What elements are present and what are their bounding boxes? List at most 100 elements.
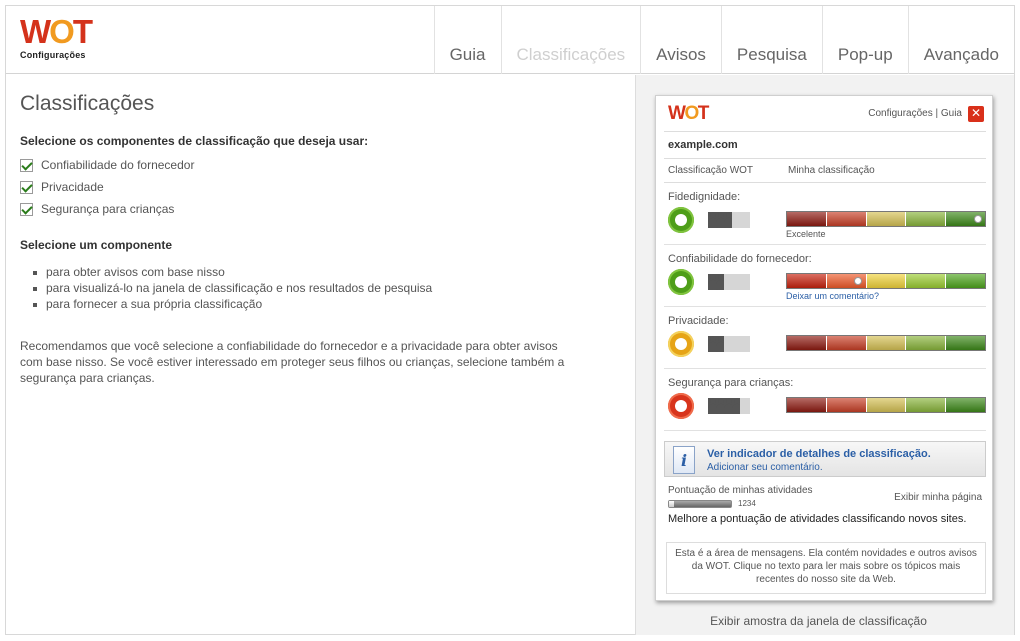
logo-letter-w: W (20, 13, 51, 50)
checkbox[interactable] (20, 180, 33, 194)
my-rating-slider[interactable] (786, 211, 986, 227)
component-title: Fidedignidade: (668, 191, 741, 203)
list-item: para visualizá-lo na janela de classific… (20, 280, 620, 296)
my-page-link[interactable]: Exibir minha página (894, 492, 982, 503)
person-icon (740, 398, 750, 414)
person-icon (740, 336, 750, 352)
activity-section: Pontuação de minhas atividades Exibir mi… (668, 485, 986, 525)
tab-pesquisa[interactable]: Pesquisa (720, 6, 822, 74)
tab-guia[interactable]: Guia (433, 6, 501, 74)
activity-improve-text: Melhore a pontuação de atividades classi… (668, 513, 967, 525)
activity-score-bar (668, 499, 732, 508)
tab-avisos[interactable]: Avisos (640, 6, 721, 74)
rating-components: Fidedignidade: Excelente Confiabilidade do… (664, 183, 986, 431)
rating-segment[interactable] (826, 336, 867, 350)
checkbox-label: Confiabilidade do fornecedor (41, 158, 195, 172)
tab-pop-up[interactable]: Pop-up (821, 6, 908, 74)
rating-component: Privacidade: (664, 307, 986, 369)
rating-segment[interactable] (946, 274, 985, 288)
logo-wordmark: WOT (20, 13, 93, 50)
rating-segment[interactable] (787, 336, 827, 350)
rating-segment[interactable] (866, 336, 907, 350)
confidence-people-icon (708, 212, 750, 228)
popup-header-links[interactable]: Configurações | Guia (868, 108, 962, 119)
component-checkbox-row[interactable]: Privacidade (20, 176, 620, 198)
select-components-heading: Selecione os componentes de classificaçã… (20, 134, 369, 148)
activity-score-value: 1234 (738, 499, 756, 508)
rating-window-body: WOT Configurações | Guia ✕ example.com C… (664, 96, 986, 431)
my-rating-slider[interactable] (786, 397, 986, 413)
rating-segment[interactable] (946, 398, 985, 412)
checkbox[interactable] (20, 202, 33, 216)
rating-segment[interactable] (866, 212, 907, 226)
rating-component: Fidedignidade: Excelente (664, 183, 986, 245)
component-checkbox-row[interactable]: Confiabilidade do fornecedor (20, 154, 620, 176)
rating-component: Segurança para crianças: (664, 369, 986, 431)
person-icon (740, 274, 750, 290)
leave-comment-link[interactable]: Deixar um comentário? (786, 291, 879, 301)
rating-segment[interactable] (866, 274, 907, 288)
component-checkbox-list: Confiabilidade do fornecedor Privacidade S… (20, 154, 620, 220)
component-title: Confiabilidade do fornecedor: (668, 253, 812, 265)
confidence-people-icon (708, 398, 750, 414)
logo-letter-t: T (72, 13, 93, 50)
reasons-list: para obter avisos com base nisso para vis… (20, 264, 620, 312)
rating-segment[interactable] (826, 398, 867, 412)
close-icon[interactable]: ✕ (968, 106, 984, 122)
popup-logo-w: W (668, 103, 686, 124)
col-my-rating: Minha classificação (788, 165, 875, 176)
popup-logo: WOT (668, 103, 710, 125)
popup-logo-t: T (697, 103, 710, 124)
tab-classificacoes[interactable]: Classificações (500, 6, 641, 74)
activity-score-fill (669, 500, 674, 507)
rating-segment[interactable] (866, 398, 907, 412)
wot-logo: WOT Configurações (20, 13, 93, 60)
rating-segment[interactable] (787, 398, 827, 412)
rating-segment[interactable] (787, 274, 827, 288)
select-one-heading: Selecione um componente (20, 238, 173, 252)
list-item: para obter avisos com base nisso (20, 264, 620, 280)
logo-letter-o: O (49, 13, 75, 50)
rating-segment[interactable] (906, 274, 947, 288)
rating-marker[interactable] (854, 277, 862, 285)
tab-bar: Guia Classificações Avisos Pesquisa Pop-up Av… (433, 6, 1014, 74)
my-rating-slider[interactable] (786, 335, 986, 351)
reputation-ring-icon (668, 269, 694, 295)
confidence-people-icon (708, 336, 750, 352)
rating-segment[interactable] (906, 398, 947, 412)
reputation-ring-icon (668, 393, 694, 419)
component-checkbox-row[interactable]: Segurança para crianças (20, 198, 620, 220)
component-title: Privacidade: (668, 315, 729, 327)
checkbox[interactable] (20, 158, 33, 172)
person-icon (740, 212, 750, 228)
header: WOT Configurações Guia Classificações Avis… (6, 6, 1014, 74)
rating-segment[interactable] (906, 336, 947, 350)
logo-subtitle: Configurações (20, 50, 86, 60)
popup-column-headers: Classificação WOT Minha classificação (664, 159, 986, 183)
show-rating-window-sample-link[interactable]: Exibir amostra da janela de classificaçã… (629, 614, 1008, 628)
message-area[interactable]: Esta é a área de mensagens. Ela contém n… (666, 542, 986, 594)
confidence-people-icon (708, 274, 750, 290)
list-item: para fornecer a sua própria classificaçã… (20, 296, 620, 312)
details-indicator-link[interactable]: Ver indicador de detalhes de classificaç… (707, 448, 931, 460)
tab-avancado[interactable]: Avançado (907, 6, 1014, 74)
popup-header: WOT Configurações | Guia ✕ (664, 96, 986, 132)
popup-logo-o: O (684, 103, 699, 124)
main-content: Classificações Selecione os componentes … (20, 92, 620, 386)
rating-segment[interactable] (906, 212, 947, 226)
info-icon: i (673, 446, 695, 474)
rating-segment[interactable] (787, 212, 827, 226)
my-rating-slider[interactable] (786, 273, 986, 289)
page-title: Classificações (20, 92, 155, 115)
col-wot-rating: Classificação WOT (668, 165, 754, 176)
component-title: Segurança para crianças: (668, 377, 794, 389)
rating-segment[interactable] (946, 336, 985, 350)
recommendation-text: Recomendamos que você selecione a confia… (20, 339, 565, 385)
reputation-ring-icon (668, 207, 694, 233)
checkbox-label: Privacidade (41, 180, 104, 194)
rating-marker[interactable] (974, 215, 982, 223)
details-indicator-box[interactable]: i Ver indicador de detalhes de classific… (664, 441, 986, 477)
rating-segment[interactable] (826, 212, 867, 226)
add-comment-link[interactable]: Adicionar seu comentário. (707, 462, 823, 473)
rating-component: Confiabilidade do fornecedor: Deixar um c… (664, 245, 986, 307)
